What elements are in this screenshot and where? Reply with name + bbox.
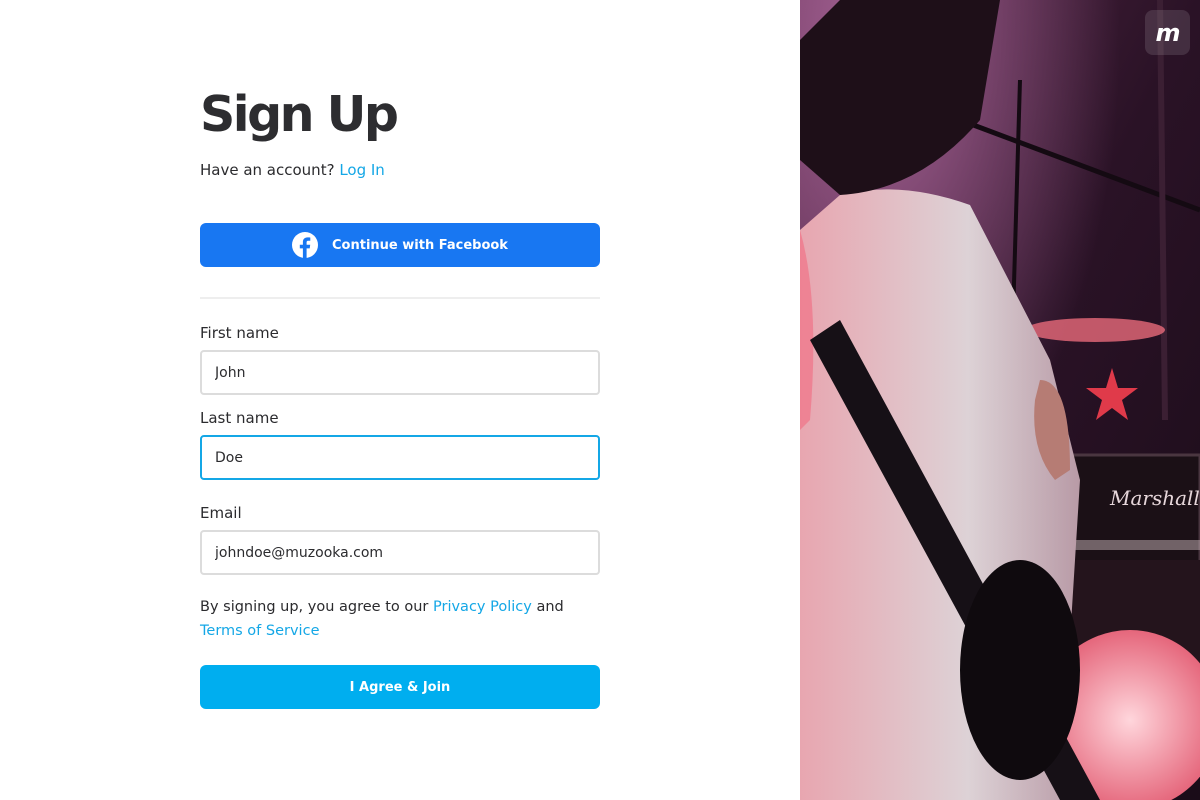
agree-and-join-button[interactable]: I Agree & Join	[200, 665, 600, 709]
terms-prefix: By signing up, you agree to our	[200, 599, 429, 615]
terms-and: and	[536, 599, 564, 615]
svg-text:Marshall: Marshall	[1109, 486, 1200, 510]
first-name-label: First name	[200, 324, 279, 342]
terms-of-service-link[interactable]: Terms of Service	[200, 623, 319, 639]
hero-image: Marshall m	[800, 0, 1200, 800]
page-title: Sign Up	[200, 86, 399, 143]
signup-pane: Sign Up Have an account? Log In Continue…	[0, 0, 800, 800]
concert-guitarist-photo: Marshall	[800, 0, 1200, 800]
facebook-button-label: Continue with Facebook	[332, 237, 508, 253]
facebook-icon	[292, 232, 319, 258]
login-link[interactable]: Log In	[339, 161, 385, 179]
email-label: Email	[200, 504, 242, 522]
first-name-field[interactable]	[200, 350, 600, 395]
last-name-field[interactable]	[200, 435, 600, 480]
have-account-text: Have an account?	[200, 161, 335, 179]
last-name-label: Last name	[200, 409, 279, 427]
continue-with-facebook-button[interactable]: Continue with Facebook	[200, 223, 600, 267]
privacy-policy-link[interactable]: Privacy Policy	[433, 599, 532, 615]
have-account-line: Have an account? Log In	[200, 161, 385, 179]
terms-notice: By signing up, you agree to our Privacy …	[200, 595, 600, 643]
muzooka-logo[interactable]: m	[1145, 10, 1190, 55]
divider	[200, 297, 600, 299]
email-field[interactable]	[200, 530, 600, 575]
